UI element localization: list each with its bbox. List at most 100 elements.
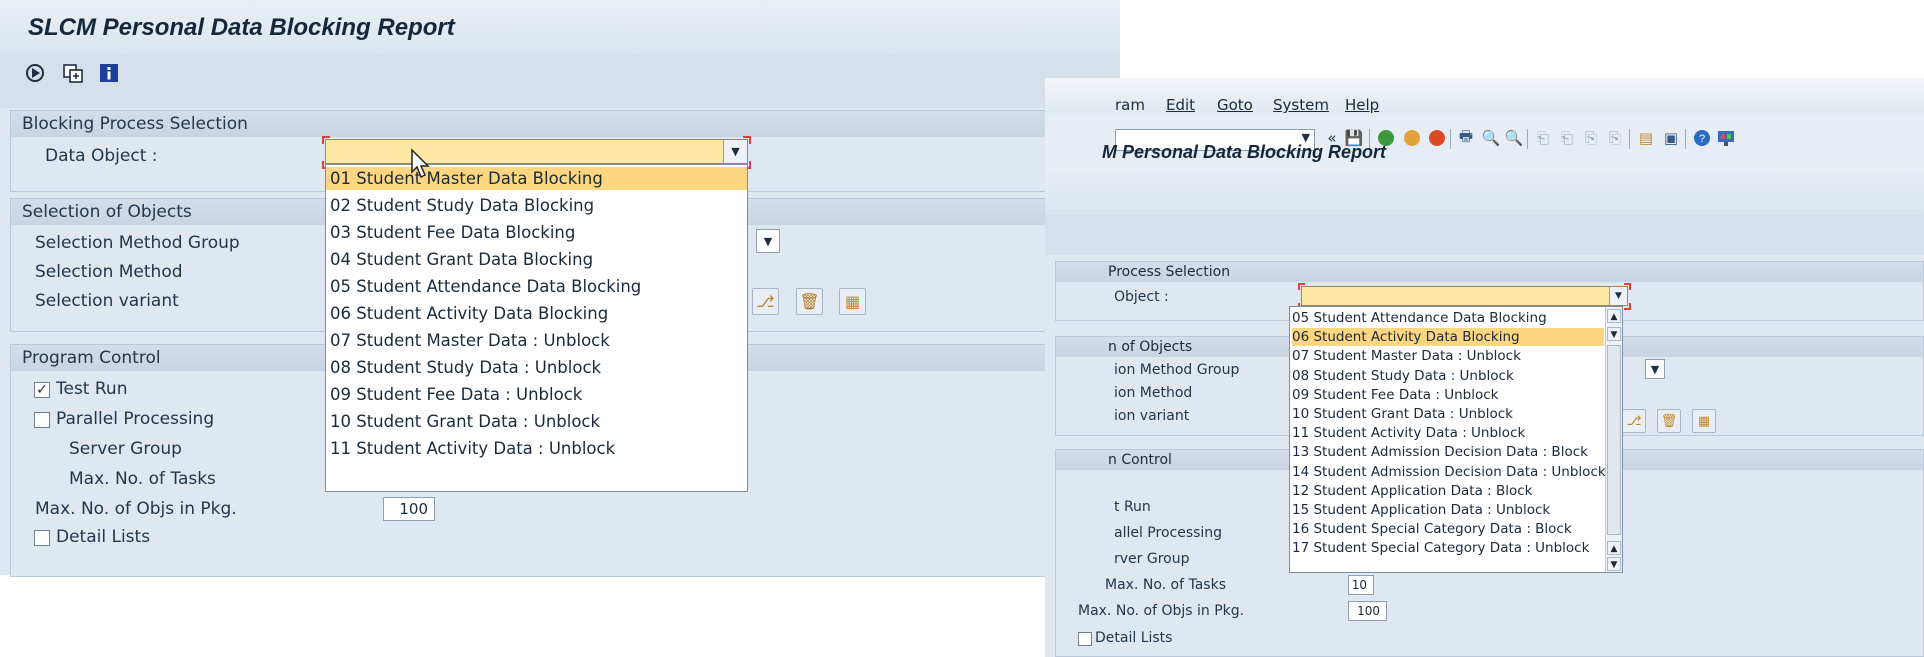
dropdown-option[interactable]: 08 Student Study Data : Unblock bbox=[1292, 367, 1604, 385]
data-object-label: Data Object : bbox=[45, 146, 158, 166]
scrollbar-thumb[interactable] bbox=[1607, 345, 1621, 535]
dropdown-option[interactable]: 05 Student Attendance Data Blocking bbox=[1292, 309, 1604, 327]
variant-icon[interactable] bbox=[62, 62, 84, 84]
detail-lists-label: Detail Lists bbox=[1095, 630, 1173, 646]
cancel-icon[interactable] bbox=[1427, 128, 1447, 148]
dropdown-option[interactable]: 17 Student Special Category Data : Unblo… bbox=[1292, 539, 1604, 557]
find-next-icon[interactable]: 🔍 bbox=[1504, 128, 1524, 148]
help-icon[interactable]: ? bbox=[1692, 128, 1712, 148]
parallel-processing-label: Parallel Processing bbox=[56, 409, 215, 429]
title-bar bbox=[1045, 163, 1924, 215]
selection-variant-label: ion variant bbox=[1114, 408, 1190, 424]
test-run-checkbox[interactable]: ✓ bbox=[34, 382, 50, 398]
scroll-down-icon[interactable]: ▼ bbox=[1607, 327, 1621, 341]
focus-corner bbox=[322, 136, 330, 144]
dropdown-option[interactable]: 09 Student Fee Data : Unblock bbox=[1292, 386, 1604, 404]
toolbar-separator bbox=[1629, 129, 1630, 149]
test-run-label: Test Run bbox=[56, 379, 128, 399]
max-tasks-input[interactable]: 10 bbox=[1348, 575, 1374, 595]
display-variant-icon[interactable]: ⎇ bbox=[1622, 409, 1646, 433]
first-page-icon[interactable]: ⎗ bbox=[1533, 128, 1553, 148]
server-group-label: Server Group bbox=[69, 439, 182, 459]
dropdown-option[interactable]: 11 Student Activity Data : Unblock bbox=[326, 437, 747, 460]
max-objs-input[interactable]: 100 bbox=[1348, 601, 1387, 621]
menu-help[interactable]: Help bbox=[1345, 96, 1379, 114]
dropdown-option[interactable]: 10 Student Grant Data : Unblock bbox=[326, 410, 747, 433]
display-variant-icon[interactable]: ⎇ bbox=[752, 288, 779, 315]
focus-corner bbox=[1624, 303, 1631, 310]
dropdown-option[interactable]: 08 Student Study Data : Unblock bbox=[326, 356, 747, 379]
selection-method-group-label: Selection Method Group bbox=[35, 233, 240, 253]
print-icon[interactable]: 🖶 bbox=[1456, 127, 1476, 148]
dropdown-scrollbar[interactable]: ▲ ▼ ▲ ▼ bbox=[1605, 307, 1622, 572]
application-toolbar bbox=[1045, 215, 1924, 255]
dropdown-option[interactable]: 07 Student Master Data : Unblock bbox=[326, 329, 747, 352]
selection-method-label: ion Method bbox=[1114, 385, 1193, 401]
parallel-processing-label: allel Processing bbox=[1114, 525, 1223, 541]
variant-attributes-icon[interactable]: ▦ bbox=[1692, 409, 1716, 433]
dropdown-option[interactable]: 07 Student Master Data : Unblock bbox=[1292, 347, 1604, 365]
test-run-label: t Run bbox=[1114, 499, 1151, 515]
previous-page-icon[interactable]: ⎗ bbox=[1557, 128, 1577, 148]
toolbar-separator bbox=[1527, 129, 1528, 149]
svg-text:?: ? bbox=[1699, 133, 1705, 145]
title-bar: SLCM Personal Data Blocking Report bbox=[0, 0, 1120, 55]
execute-icon[interactable] bbox=[24, 62, 46, 84]
max-objs-input[interactable]: 100 bbox=[383, 497, 435, 521]
menu-program[interactable]: ram bbox=[1115, 96, 1145, 114]
group-header: Process Selection bbox=[1056, 262, 1923, 282]
dropdown-option[interactable]: 06 Student Activity Data Blocking bbox=[326, 302, 747, 325]
dropdown-option[interactable]: 09 Student Fee Data : Unblock bbox=[326, 383, 747, 406]
dropdown-option[interactable]: 01 Student Master Data Blocking bbox=[326, 167, 747, 190]
dropdown-option[interactable]: 13 Student Admission Decision Data : Blo… bbox=[1292, 443, 1604, 461]
dropdown-option[interactable]: 10 Student Grant Data : Unblock bbox=[1292, 405, 1604, 423]
max-tasks-label: Max. No. of Tasks bbox=[1105, 577, 1226, 593]
last-page-icon[interactable]: ⎘ bbox=[1605, 128, 1625, 148]
exit-icon[interactable] bbox=[1402, 128, 1422, 148]
dropdown-option[interactable]: 12 Student Application Data : Block bbox=[1292, 482, 1604, 500]
max-objs-label: Max. No. of Objs in Pkg. bbox=[1078, 603, 1245, 619]
focus-corner bbox=[1298, 283, 1305, 290]
scroll-up-icon[interactable]: ▲ bbox=[1607, 541, 1621, 555]
dropdown-option[interactable]: 05 Student Attendance Data Blocking bbox=[326, 275, 747, 298]
data-object-dropdown[interactable]: ▼ bbox=[325, 139, 748, 164]
selection-method-group-label: ion Method Group bbox=[1114, 362, 1240, 378]
page-title: SLCM Personal Data Blocking Report bbox=[28, 14, 455, 41]
delete-variant-icon[interactable]: 🗑 bbox=[1657, 409, 1681, 433]
dropdown-option[interactable]: 06 Student Activity Data Blocking bbox=[1292, 328, 1604, 347]
variant-attributes-icon[interactable]: ▦ bbox=[839, 288, 866, 315]
dropdown-option[interactable]: 16 Student Special Category Data : Block bbox=[1292, 520, 1604, 538]
method-group-dropdown-button[interactable]: ▼ bbox=[1645, 359, 1665, 379]
method-group-dropdown-button[interactable]: ▼ bbox=[756, 229, 780, 253]
shortcut-icon[interactable]: ▣ bbox=[1661, 128, 1681, 148]
toolbar-separator bbox=[1450, 129, 1451, 149]
mouse-cursor-icon bbox=[411, 148, 430, 179]
dropdown-option[interactable]: 15 Student Application Data : Unblock bbox=[1292, 501, 1604, 519]
data-object-dropdown[interactable]: ▼ bbox=[1301, 286, 1628, 306]
menu-system[interactable]: System bbox=[1273, 96, 1329, 114]
dropdown-option[interactable]: 11 Student Activity Data : Unblock bbox=[1292, 424, 1604, 442]
dropdown-option[interactable]: 02 Student Study Data Blocking bbox=[326, 194, 747, 217]
data-object-label: Object : bbox=[1114, 289, 1169, 305]
next-page-icon[interactable]: ⎘ bbox=[1581, 128, 1601, 148]
group-header: Blocking Process Selection bbox=[11, 111, 1121, 137]
dropdown-option[interactable]: 04 Student Grant Data Blocking bbox=[326, 248, 747, 271]
detail-lists-checkbox[interactable] bbox=[34, 530, 50, 546]
parallel-processing-checkbox[interactable] bbox=[34, 412, 50, 428]
server-group-label: rver Group bbox=[1114, 551, 1190, 567]
menu-edit[interactable]: Edit bbox=[1166, 96, 1195, 114]
delete-variant-icon[interactable]: 🗑 bbox=[796, 288, 823, 315]
detail-lists-checkbox[interactable] bbox=[1078, 632, 1092, 646]
scroll-up-icon[interactable]: ▲ bbox=[1607, 309, 1621, 323]
scroll-down-icon[interactable]: ▼ bbox=[1607, 557, 1621, 571]
detail-lists-label: Detail Lists bbox=[56, 527, 151, 547]
info-icon[interactable] bbox=[98, 62, 120, 84]
new-session-icon[interactable]: ▤ bbox=[1636, 128, 1656, 148]
find-icon[interactable]: 🔍 bbox=[1481, 128, 1501, 148]
menu-goto[interactable]: Goto bbox=[1217, 96, 1253, 114]
layout-icon[interactable] bbox=[1716, 128, 1736, 148]
dropdown-option[interactable]: 14 Student Admission Decision Data : Unb… bbox=[1292, 463, 1606, 481]
data-object-dropdown-list: 01 Student Master Data Blocking 02 Studen… bbox=[325, 164, 748, 492]
dropdown-option[interactable]: 03 Student Fee Data Blocking bbox=[326, 221, 747, 244]
page-title: M Personal Data Blocking Report bbox=[1102, 142, 1387, 162]
